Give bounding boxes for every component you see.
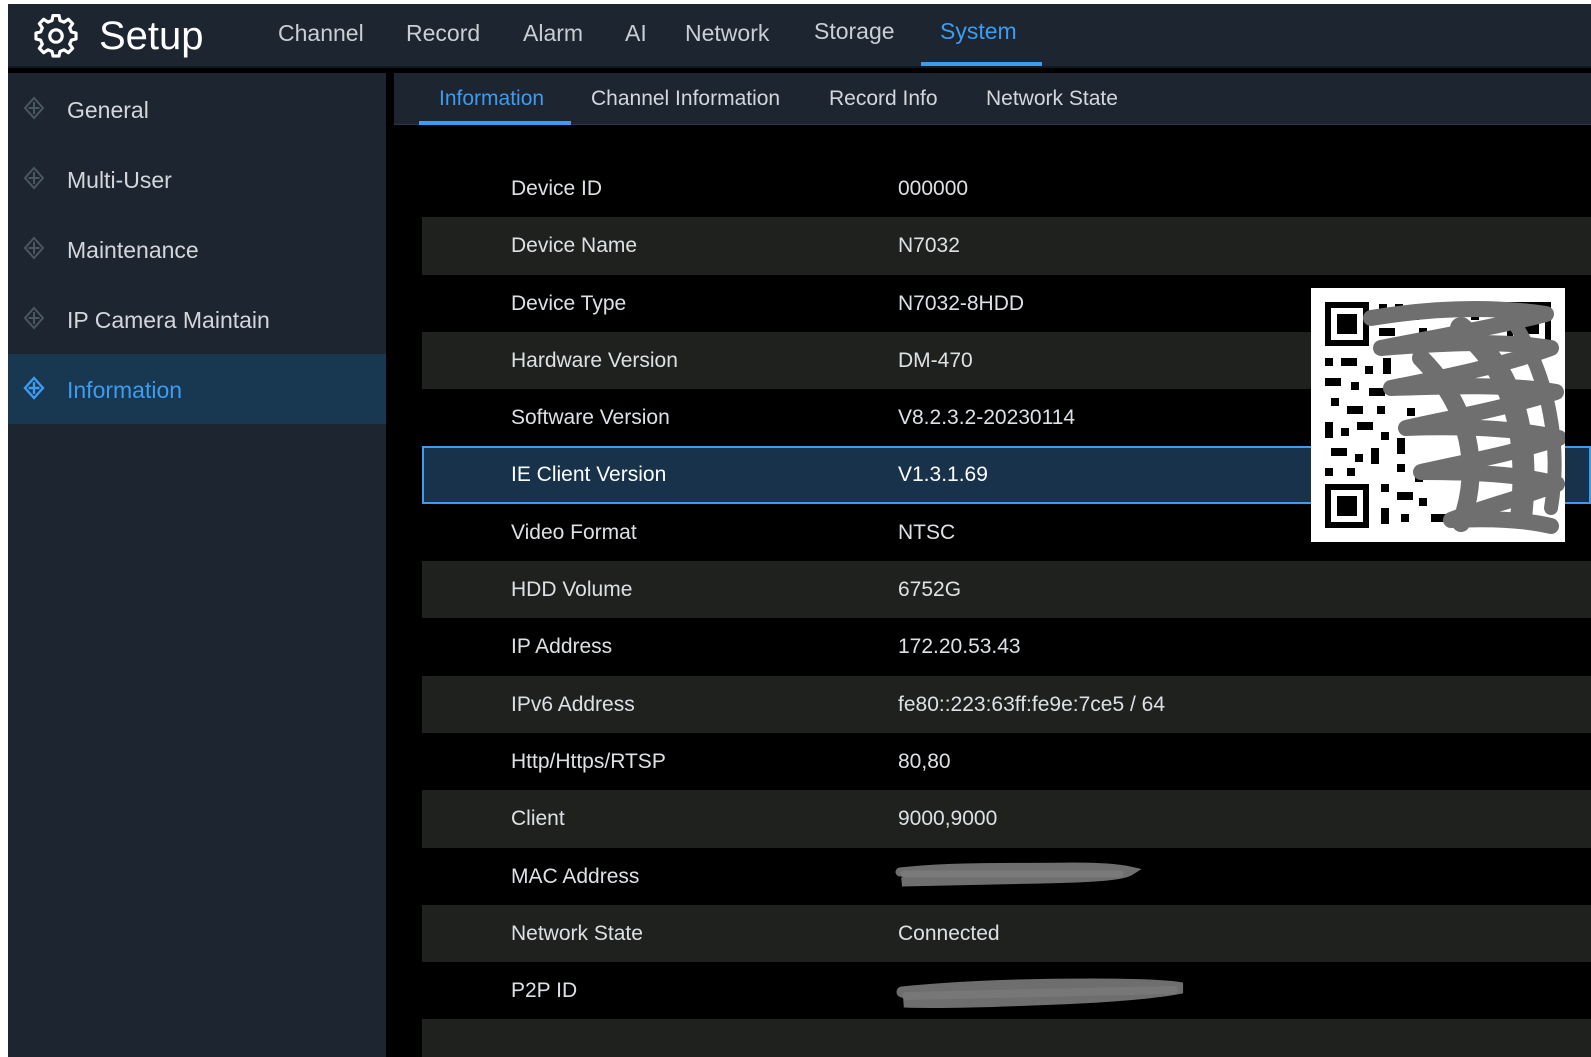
qr-code-image: [1325, 301, 1567, 534]
diamond-pointer-icon: [23, 236, 45, 260]
app-title: Setup: [99, 14, 204, 58]
row-value: N7032-8HDD: [898, 291, 1025, 315]
row-label: Video Format: [511, 520, 637, 544]
subtab-active-indicator: [419, 121, 571, 125]
top-bar-divider: [8, 66, 1591, 68]
redaction-scribble: [895, 862, 1142, 887]
table-row: Device Name N7032: [422, 217, 1591, 275]
row-value: 9000,9000: [898, 807, 998, 831]
row-label: MAC Address: [511, 864, 640, 888]
row-label: Client: [511, 807, 565, 831]
redaction-scribble: [896, 978, 1184, 1009]
nav-tab-system[interactable]: System: [940, 16, 1017, 46]
top-navigation-bar: [8, 4, 1591, 66]
nav-active-indicator: [921, 62, 1042, 66]
table-row: IPv6 Address fe80::223:63ff:fe9e:7ce5 / …: [422, 675, 1591, 733]
subtab-divider: [394, 124, 1591, 125]
row-value: V8.2.3.2-20230114: [898, 406, 1076, 430]
table-row: P2P ID: [422, 962, 1591, 1020]
sidebar-item-maintenance[interactable]: Maintenance: [8, 214, 386, 284]
table-row: MAC Address: [422, 847, 1591, 905]
sidebar-item-general[interactable]: General: [8, 74, 386, 144]
row-label: Hardware Version: [511, 348, 678, 372]
diamond-pointer-icon: [23, 166, 45, 190]
row-label: Network State: [511, 921, 643, 945]
row-label: P2P ID: [511, 979, 578, 1003]
row-label: Device Type: [511, 291, 627, 315]
row-value: 172.20.53.43: [898, 635, 1021, 659]
sidebar-item-label: Information: [67, 377, 183, 403]
sidebar-item-ip-camera-maintain[interactable]: IP Camera Maintain: [8, 284, 386, 354]
nav-tab-network[interactable]: Network: [685, 18, 769, 48]
row-value: N7032: [898, 234, 960, 258]
table-row: Network State Connected: [422, 904, 1591, 963]
sidebar-item-label: IP Camera Maintain: [67, 307, 270, 333]
tab-channel-information[interactable]: Channel Information: [591, 86, 780, 112]
table-row: Device ID 000000: [422, 160, 1591, 218]
setup-window: Setup Channel Record Alarm AI Network St…: [8, 4, 1591, 1057]
diamond-pointer-icon: [23, 376, 45, 400]
diamond-pointer-icon: [23, 306, 45, 330]
sidebar-item-information[interactable]: Information: [8, 354, 386, 424]
row-label: IP Address: [511, 635, 613, 659]
row-value: fe80::223:63ff:fe9e:7ce5 / 64: [898, 692, 1166, 716]
row-label: Software Version: [511, 406, 670, 430]
nav-tab-channel[interactable]: Channel: [278, 18, 364, 48]
nav-tab-alarm[interactable]: Alarm: [523, 18, 583, 48]
row-value: 000000: [898, 177, 969, 200]
nav-tab-ai[interactable]: AI: [625, 18, 647, 48]
table-row: Http/Https/RTSP 80,80: [422, 732, 1591, 791]
row-label: IPv6 Address: [511, 692, 635, 716]
sidebar: General Multi-User Maintenance IP Camera…: [8, 73, 386, 1057]
row-label: Http/Https/RTSP: [511, 749, 666, 773]
row-value: NTSC: [898, 520, 956, 544]
row-label: HDD Volume: [511, 578, 633, 602]
sidebar-item-label: General: [67, 97, 149, 123]
gear-icon: [34, 14, 78, 58]
row-label: Device Name: [511, 234, 638, 258]
row-value: DM-470: [898, 348, 973, 372]
nav-tab-record[interactable]: Record: [406, 18, 480, 48]
row-value: 6752G: [898, 578, 962, 602]
sidebar-item-multi-user[interactable]: Multi-User: [8, 144, 386, 214]
nav-tab-storage[interactable]: Storage: [814, 16, 895, 46]
tab-record-info[interactable]: Record Info: [829, 86, 938, 112]
table-row: HDD Volume 6752G: [422, 561, 1591, 619]
row-value: 80,80: [898, 749, 951, 773]
table-row-empty: [422, 1019, 1591, 1057]
row-label: IE Client Version: [511, 463, 667, 487]
sidebar-item-label: Maintenance: [67, 237, 199, 263]
qr-code: [1311, 288, 1567, 542]
table-row: Client 9000,9000: [422, 790, 1591, 848]
row-label: Device ID: [511, 177, 603, 200]
diamond-pointer-icon: [23, 96, 45, 120]
row-value: Connected: [898, 921, 1000, 945]
row-value: V1.3.1.69: [898, 463, 988, 487]
sidebar-item-label: Multi-User: [67, 167, 172, 193]
tab-information[interactable]: Information: [439, 86, 544, 112]
tab-network-state[interactable]: Network State: [986, 86, 1118, 112]
table-row: IP Address 172.20.53.43: [422, 618, 1591, 676]
